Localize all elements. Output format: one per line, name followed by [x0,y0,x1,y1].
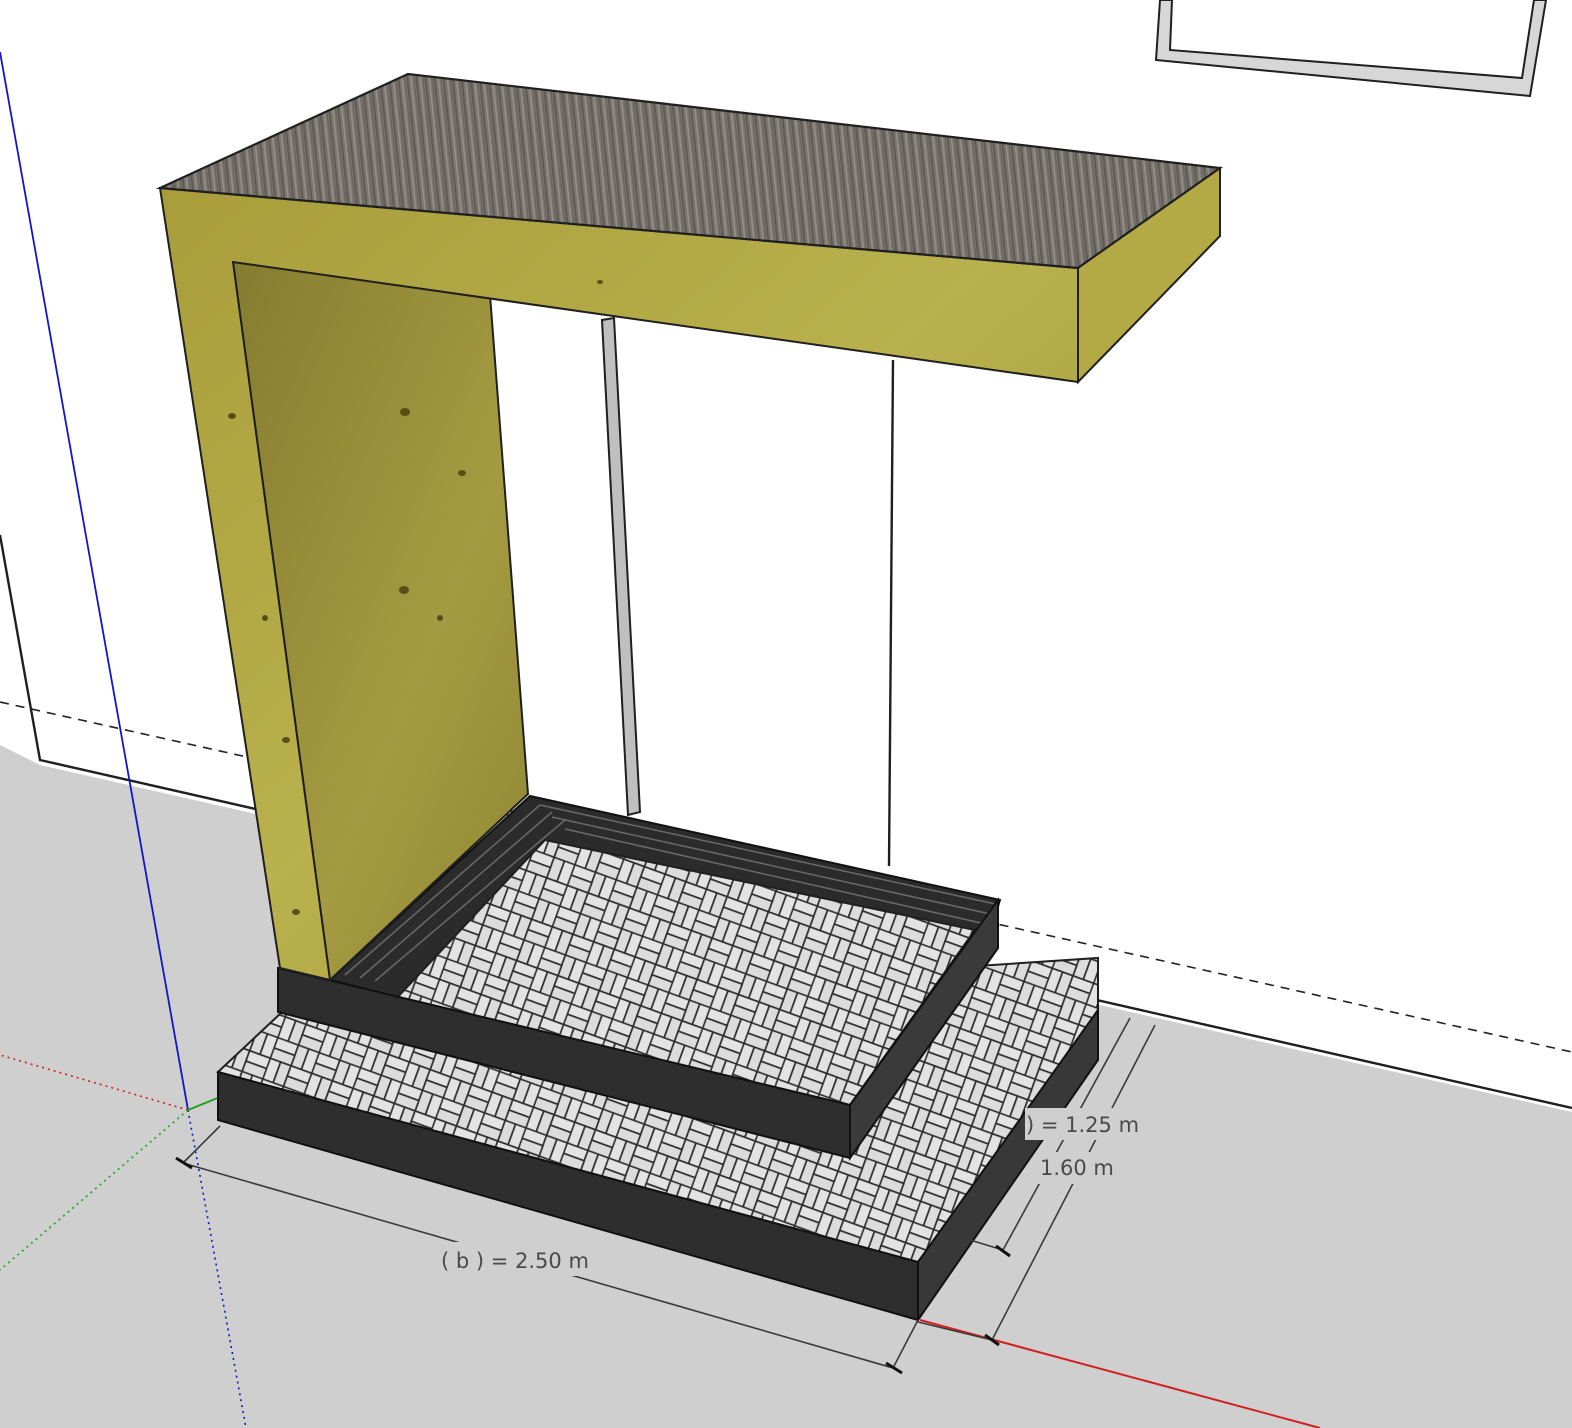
dimension-width-label: ( b ) = 2.50 m [441,1249,589,1273]
model-viewport[interactable]: ( b ) = 2.50 m ) = 1.25 m 1.60 m [0,0,1572,1428]
dimension-depth-upper-label: ) = 1.25 m [1026,1113,1139,1137]
3d-scene[interactable]: ( b ) = 2.50 m ) = 1.25 m 1.60 m [0,0,1572,1428]
dimension-depth-lower-label: 1.60 m [1040,1156,1114,1180]
